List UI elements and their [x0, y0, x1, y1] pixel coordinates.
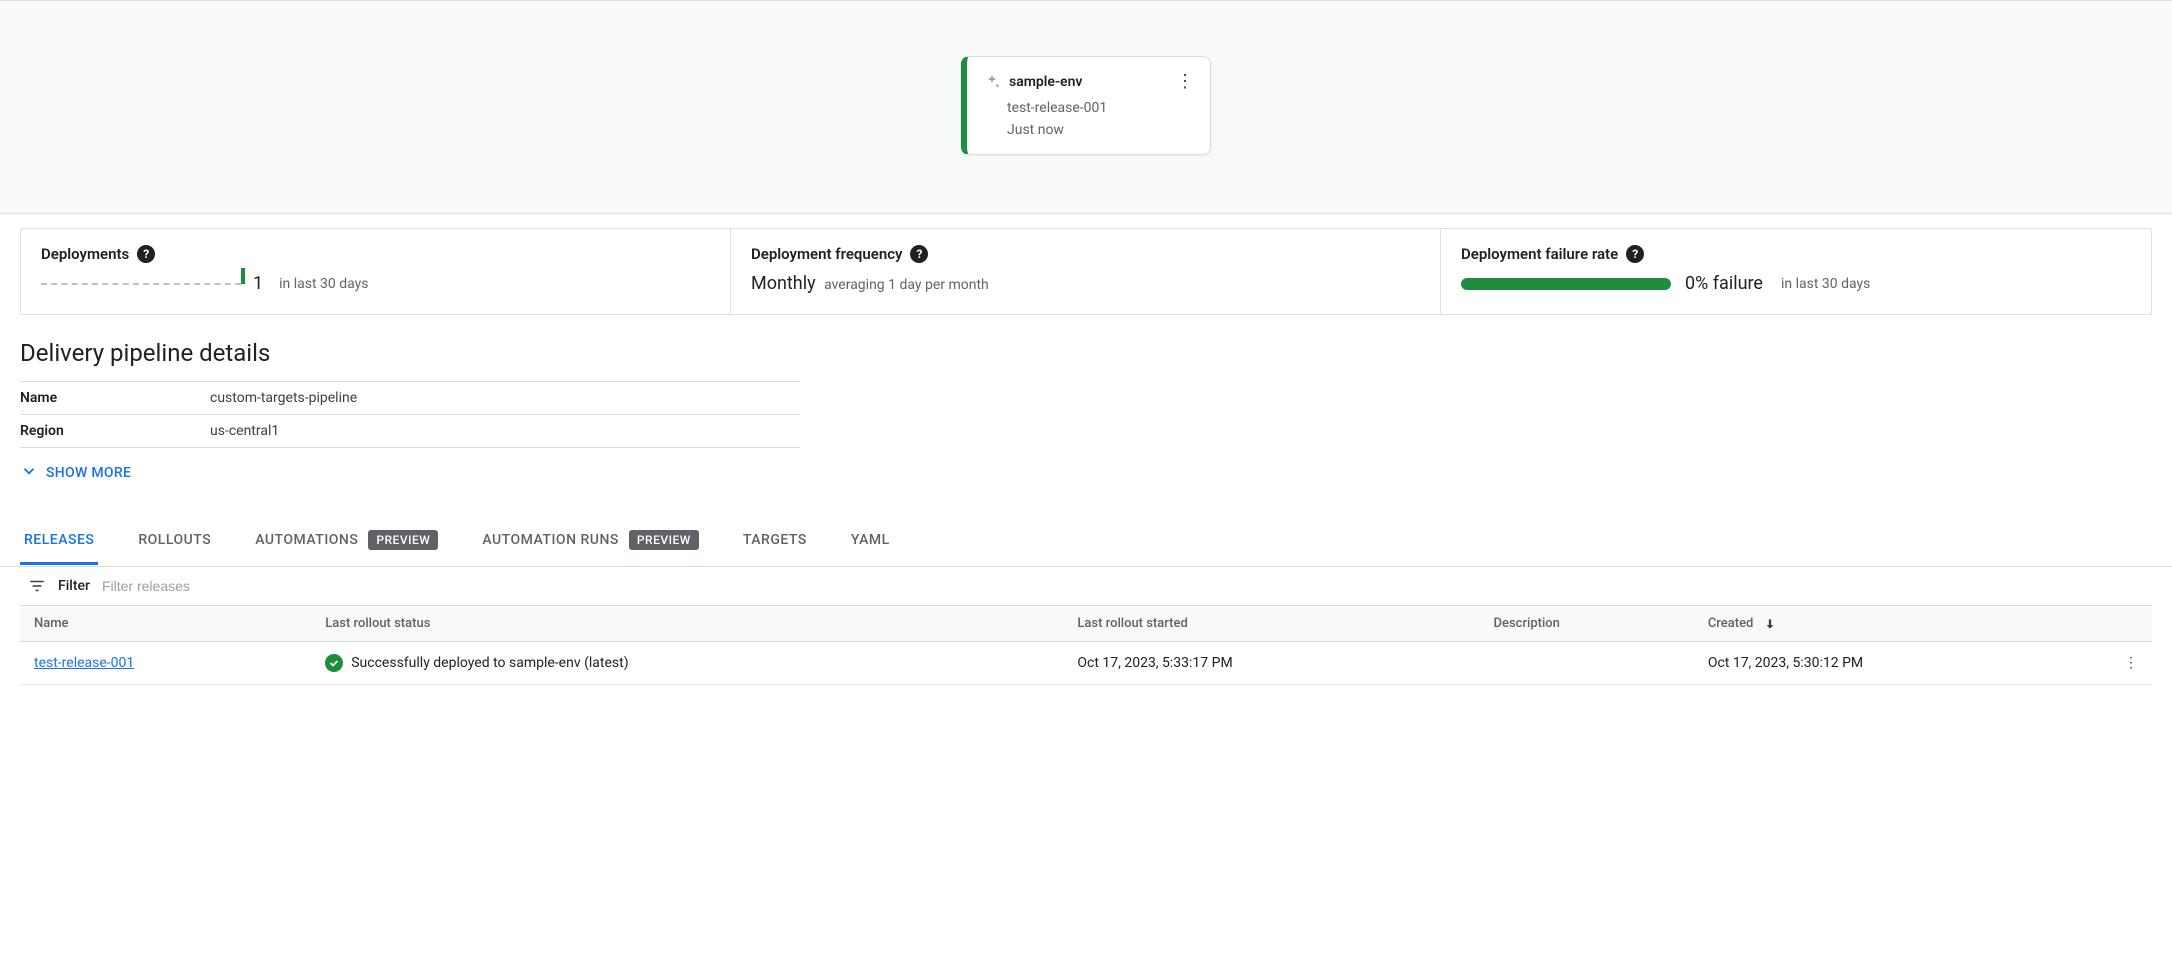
pipeline-details-section: Delivery pipeline details Name custom-ta…: [0, 315, 2172, 494]
metric-deployments: Deployments ? 1 in last 30 days: [21, 229, 731, 314]
metric-failure-rate: Deployment failure rate ? 0% failure in …: [1441, 229, 2151, 314]
col-created[interactable]: Created: [1694, 606, 2110, 642]
check-circle-icon: [325, 654, 343, 672]
help-icon[interactable]: ?: [910, 245, 928, 263]
description-text: [1480, 642, 1694, 685]
show-more-label: SHOW MORE: [46, 465, 131, 481]
metrics-row: Deployments ? 1 in last 30 days Deployme…: [20, 228, 2152, 315]
detail-val: us-central1: [210, 415, 800, 448]
started-text: Oct 17, 2023, 5:33:17 PM: [1063, 642, 1479, 685]
metric-failure-title: Deployment failure rate: [1461, 245, 1618, 263]
stage-release-label: test-release-001: [1007, 100, 1194, 116]
stage-env-name: sample-env: [1009, 74, 1168, 90]
preview-badge: PREVIEW: [368, 530, 438, 550]
tab-releases[interactable]: RELEASES: [20, 518, 98, 565]
tab-label: YAML: [851, 532, 890, 548]
col-started[interactable]: Last rollout started: [1063, 606, 1479, 642]
frequency-sub: averaging 1 day per month: [824, 277, 989, 293]
sparkle-icon: [983, 73, 1001, 91]
tab-automations[interactable]: AUTOMATIONS PREVIEW: [251, 516, 442, 567]
detail-key: Name: [20, 382, 210, 415]
tab-label: TARGETS: [743, 532, 807, 548]
stage-more-menu[interactable]: ⋮: [1176, 71, 1194, 92]
status-text: Successfully deployed to sample-env (lat…: [351, 655, 628, 671]
filter-bar: Filter: [0, 567, 2172, 605]
tab-label: AUTOMATION RUNS: [482, 532, 619, 548]
stage-time-label: Just now: [1007, 122, 1194, 138]
col-description[interactable]: Description: [1480, 606, 1694, 642]
deployments-sparkline: [41, 283, 241, 285]
tab-rollouts[interactable]: ROLLOUTS: [134, 518, 215, 565]
filter-input[interactable]: [102, 578, 402, 594]
deployments-value: 1: [253, 273, 263, 294]
failure-value: 0% failure: [1685, 273, 1763, 294]
row-more-menu[interactable]: ⋮: [2110, 642, 2152, 685]
chevron-down-icon: [20, 462, 38, 484]
sort-desc-icon: [1763, 616, 1777, 631]
show-more-button[interactable]: SHOW MORE: [20, 462, 131, 484]
filter-icon: [28, 577, 46, 595]
col-name[interactable]: Name: [20, 606, 311, 642]
detail-key: Region: [20, 415, 210, 448]
details-heading: Delivery pipeline details: [20, 339, 2152, 367]
tab-label: ROLLOUTS: [138, 532, 211, 548]
detail-row-name: Name custom-targets-pipeline: [20, 382, 800, 415]
help-icon[interactable]: ?: [137, 245, 155, 263]
tab-label: AUTOMATIONS: [255, 532, 358, 548]
metric-deployments-title: Deployments: [41, 245, 129, 263]
tab-label: RELEASES: [24, 532, 94, 548]
pipeline-visualization: sample-env ⋮ test-release-001 Just now: [0, 0, 2172, 214]
tab-yaml[interactable]: YAML: [847, 518, 894, 565]
tab-targets[interactable]: TARGETS: [739, 518, 811, 565]
releases-table: Name Last rollout status Last rollout st…: [20, 605, 2152, 685]
frequency-value: Monthly: [751, 273, 816, 294]
metric-frequency: Deployment frequency ? Monthly averaging…: [731, 229, 1441, 314]
detail-row-region: Region us-central1: [20, 415, 800, 448]
filter-label: Filter: [58, 578, 90, 594]
help-icon[interactable]: ?: [1626, 245, 1644, 263]
created-text: Oct 17, 2023, 5:30:12 PM: [1694, 642, 2110, 685]
col-status[interactable]: Last rollout status: [311, 606, 1063, 642]
deployments-sub: in last 30 days: [279, 276, 368, 292]
release-link[interactable]: test-release-001: [34, 655, 134, 671]
tab-bar: RELEASES ROLLOUTS AUTOMATIONS PREVIEW AU…: [0, 516, 2172, 567]
failure-rate-bar: [1461, 278, 1671, 290]
preview-badge: PREVIEW: [629, 530, 699, 550]
metric-frequency-title: Deployment frequency: [751, 245, 902, 263]
detail-val: custom-targets-pipeline: [210, 382, 800, 415]
tab-automation-runs[interactable]: AUTOMATION RUNS PREVIEW: [478, 516, 703, 567]
failure-sub: in last 30 days: [1781, 276, 1870, 292]
stage-card-sample-env[interactable]: sample-env ⋮ test-release-001 Just now: [961, 56, 1211, 155]
table-row: test-release-001 Successfully deployed t…: [20, 642, 2152, 685]
